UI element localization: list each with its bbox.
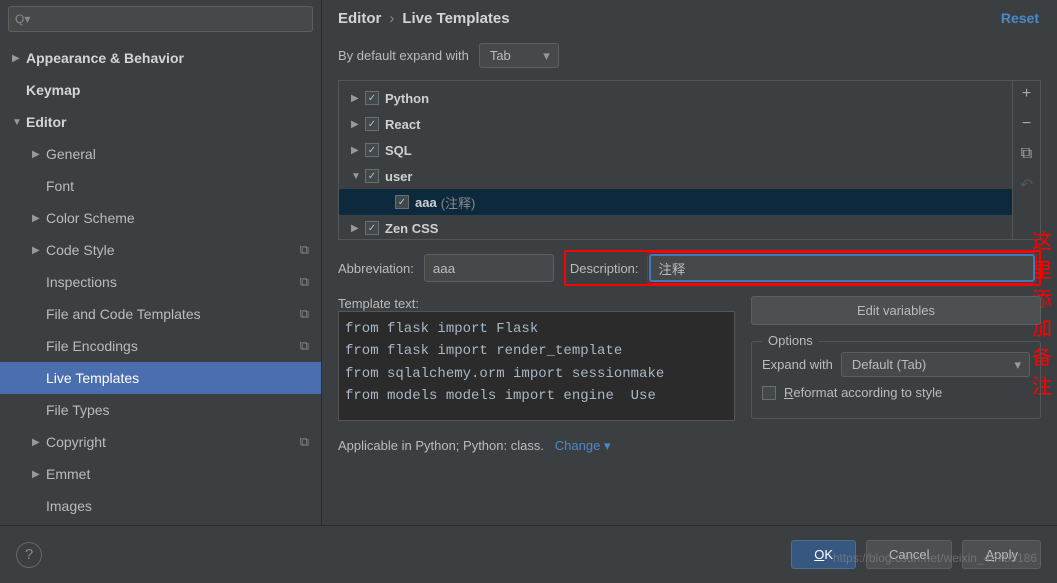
help-icon[interactable]: ?	[16, 542, 42, 568]
templates-tree: ▶✓Python▶✓React▶✓SQL▼✓user✓aaa (注释)▶✓Zen…	[339, 81, 1012, 239]
sidebar-item-color-scheme[interactable]: ▶Color Scheme	[0, 202, 321, 234]
expand-label: By default expand with	[338, 48, 469, 63]
search-icon: Q▾	[15, 12, 30, 26]
checkbox-icon[interactable]: ✓	[395, 195, 409, 209]
content-panel: Editor › Live Templates Reset By default…	[322, 0, 1057, 525]
template-text-area[interactable]	[338, 311, 735, 421]
settings-sidebar: Q▾ ▶Appearance & BehaviorKeymap▼Editor▶G…	[0, 0, 322, 525]
checkbox-icon[interactable]: ✓	[365, 143, 379, 157]
sidebar-item-file-types[interactable]: File Types	[0, 394, 321, 426]
chevron-icon: ▶	[351, 145, 365, 156]
templates-toolbar: + − ⧉ ↶	[1012, 81, 1040, 239]
sidebar-item-copyright[interactable]: ▶Copyright⧉	[0, 426, 321, 458]
remove-button[interactable]: −	[1017, 115, 1037, 135]
chevron-icon: ▶	[32, 149, 46, 160]
watermark: https://blog.csdn.net/weixin_48755186	[833, 551, 1037, 565]
edit-variables-button[interactable]: Edit variables	[751, 296, 1041, 325]
sidebar-item-general[interactable]: ▶General	[0, 138, 321, 170]
search-input[interactable]: Q▾	[8, 6, 313, 32]
copy-button[interactable]: ⧉	[1017, 145, 1037, 165]
copy-icon: ⧉	[300, 338, 309, 354]
chevron-icon: ▼	[12, 117, 26, 128]
reformat-checkbox[interactable]	[762, 386, 776, 400]
template-item-sql[interactable]: ▶✓SQL	[339, 137, 1012, 163]
breadcrumb: Editor › Live Templates	[322, 0, 1057, 37]
sidebar-item-keymap[interactable]: Keymap	[0, 74, 321, 106]
copy-icon: ⧉	[300, 274, 309, 290]
reformat-label: Reformat according to style	[784, 385, 942, 400]
change-link[interactable]: Change ▾	[555, 438, 611, 453]
template-item-aaa[interactable]: ✓aaa (注释)	[339, 189, 1012, 215]
chevron-icon: ▶	[12, 53, 26, 64]
expand-dropdown[interactable]: Tab	[479, 43, 559, 68]
sidebar-item-appearance-behavior[interactable]: ▶Appearance & Behavior	[0, 42, 321, 74]
sidebar-item-editor[interactable]: ▼Editor	[0, 106, 321, 138]
abbrev-label: Abbreviation:	[338, 261, 414, 276]
reset-link[interactable]: Reset	[1001, 10, 1039, 26]
chevron-icon: ▶	[351, 93, 365, 104]
breadcrumb-current: Live Templates	[402, 10, 509, 27]
template-text-label: Template text:	[338, 296, 419, 311]
sidebar-item-emmet[interactable]: ▶Emmet	[0, 458, 321, 490]
options-group: Options Expand with Default (Tab) Reform…	[751, 341, 1041, 419]
checkbox-icon[interactable]: ✓	[365, 221, 379, 235]
add-button[interactable]: +	[1017, 85, 1037, 105]
sidebar-item-images[interactable]: Images	[0, 490, 321, 522]
sidebar-item-font[interactable]: Font	[0, 170, 321, 202]
copy-icon: ⧉	[300, 434, 309, 450]
options-title: Options	[762, 333, 819, 348]
sidebar-item-file-encodings[interactable]: File Encodings⧉	[0, 330, 321, 362]
description-input[interactable]	[649, 254, 1035, 282]
sidebar-item-live-templates[interactable]: Live Templates	[0, 362, 321, 394]
applicable-text: Applicable in Python; Python: class.	[338, 438, 544, 453]
checkbox-icon[interactable]: ✓	[365, 91, 379, 105]
copy-icon: ⧉	[300, 306, 309, 322]
template-item-zen-css[interactable]: ▶✓Zen CSS	[339, 215, 1012, 239]
templates-area: ▶✓Python▶✓React▶✓SQL▼✓user✓aaa (注释)▶✓Zen…	[338, 80, 1041, 240]
sidebar-item-code-style[interactable]: ▶Code Style⧉	[0, 234, 321, 266]
chevron-icon: ▶	[32, 437, 46, 448]
checkbox-icon[interactable]: ✓	[365, 117, 379, 131]
chevron-icon: ▶	[32, 213, 46, 224]
revert-button[interactable]: ↶	[1017, 175, 1037, 195]
abbrev-input[interactable]	[424, 254, 554, 282]
chevron-icon: ▶	[32, 245, 46, 256]
description-label: Description:	[570, 261, 639, 276]
sidebar-item-file-and-code-templates[interactable]: File and Code Templates⧉	[0, 298, 321, 330]
chevron-icon: ▼	[351, 171, 365, 182]
settings-tree: ▶Appearance & BehaviorKeymap▼Editor▶Gene…	[0, 38, 321, 525]
template-item-react[interactable]: ▶✓React	[339, 111, 1012, 137]
applicable-row: Applicable in Python; Python: class. Cha…	[322, 434, 1057, 458]
template-item-python[interactable]: ▶✓Python	[339, 85, 1012, 111]
template-item-user[interactable]: ▼✓user	[339, 163, 1012, 189]
expand-with-label: Expand with	[762, 357, 833, 372]
chevron-icon: ▶	[32, 469, 46, 480]
checkbox-icon[interactable]: ✓	[365, 169, 379, 183]
copy-icon: ⧉	[300, 242, 309, 258]
chevron-icon: ▶	[351, 223, 365, 234]
breadcrumb-parent: Editor	[338, 10, 381, 27]
sidebar-item-inspections[interactable]: Inspections⧉	[0, 266, 321, 298]
chevron-icon: ▶	[351, 119, 365, 130]
breadcrumb-sep: ›	[389, 10, 394, 27]
expand-with-dropdown[interactable]: Default (Tab)	[841, 352, 1030, 377]
